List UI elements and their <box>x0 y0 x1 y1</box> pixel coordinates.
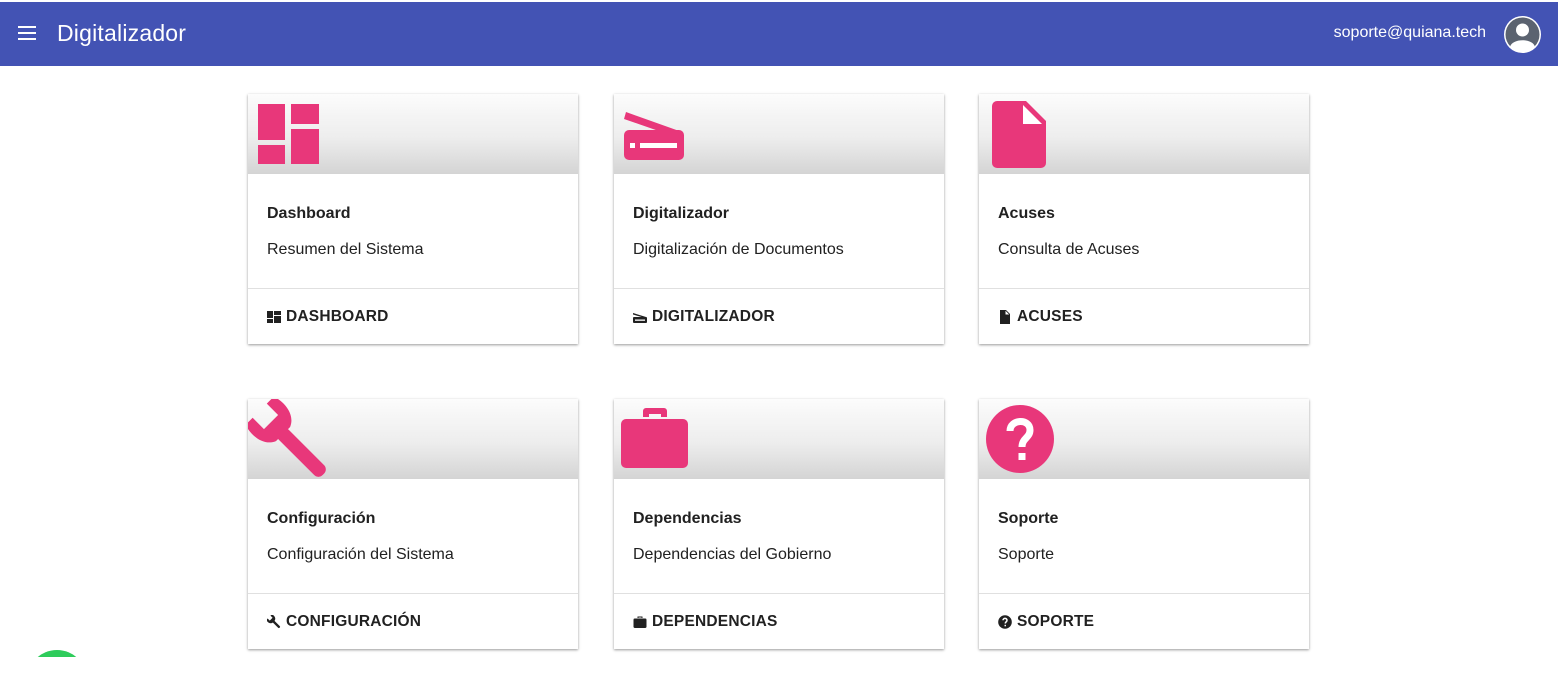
card-title: Acuses <box>998 205 1055 222</box>
card-media <box>614 399 944 479</box>
divider <box>979 288 1309 289</box>
scanner-icon <box>633 313 647 323</box>
card-title: Soporte <box>998 510 1059 527</box>
divider <box>979 593 1309 594</box>
soporte-button[interactable]: SOPORTE <box>998 613 1094 631</box>
card-title: Digitalizador <box>633 205 730 222</box>
card-acuses: Acuses Consulta de Acuses ACUSES <box>979 94 1309 344</box>
button-label: DASHBOARD <box>286 308 389 325</box>
card-title: Dashboard <box>267 205 351 222</box>
wrench-icon <box>248 399 326 477</box>
configuracion-button[interactable]: CONFIGURACIÓN <box>267 613 421 631</box>
acuses-button[interactable]: ACUSES <box>998 308 1083 326</box>
button-label: SOPORTE <box>1017 613 1095 630</box>
divider <box>248 593 578 594</box>
card-title: Dependencias <box>633 510 742 527</box>
dashboard-button[interactable]: DASHBOARD <box>267 308 389 326</box>
button-label: DEPENDENCIAS <box>652 613 778 630</box>
floating-action-button[interactable] <box>27 650 87 657</box>
button-label: ACUSES <box>1017 308 1083 325</box>
card-dashboard: Dashboard Resumen del Sistema DASHBOARD <box>248 94 578 344</box>
card-digitalizador: Digitalizador Digitalización de Document… <box>614 94 944 344</box>
divider <box>614 593 944 594</box>
button-label: CONFIGURACIÓN <box>286 613 422 630</box>
document-icon <box>1000 310 1010 324</box>
help-icon <box>986 405 1054 473</box>
button-label: DIGITALIZADOR <box>652 308 775 325</box>
scanner-icon <box>624 112 684 160</box>
card-dependencias: Dependencias Dependencias del Gobierno D… <box>614 399 944 649</box>
divider <box>614 288 944 289</box>
card-media <box>248 399 578 479</box>
card-media <box>979 399 1309 479</box>
card-media <box>248 94 578 174</box>
briefcase-icon <box>621 408 688 468</box>
divider <box>248 288 578 289</box>
briefcase-icon <box>633 616 647 628</box>
card-subtitle: Resumen del Sistema <box>267 241 424 258</box>
card-subtitle: Consulta de Acuses <box>998 241 1140 258</box>
digitalizador-button[interactable]: DIGITALIZADOR <box>633 308 775 326</box>
card-media <box>979 94 1309 174</box>
card-soporte: Soporte Soporte SOPORTE <box>979 399 1309 649</box>
card-configuracion: Configuración Configuración del Sistema … <box>248 399 578 649</box>
help-icon <box>998 615 1012 629</box>
dependencias-button[interactable]: DEPENDENCIAS <box>633 613 778 631</box>
dashboard-icon <box>267 311 281 323</box>
card-subtitle: Digitalización de Documentos <box>633 241 844 258</box>
card-subtitle: Configuración del Sistema <box>267 546 454 563</box>
card-subtitle: Dependencias del Gobierno <box>633 546 832 563</box>
dashboard-icon <box>258 104 319 164</box>
wrench-icon <box>267 615 281 629</box>
card-media <box>614 94 944 174</box>
card-title: Configuración <box>267 510 376 527</box>
document-icon <box>992 101 1046 168</box>
card-subtitle: Soporte <box>998 546 1055 563</box>
